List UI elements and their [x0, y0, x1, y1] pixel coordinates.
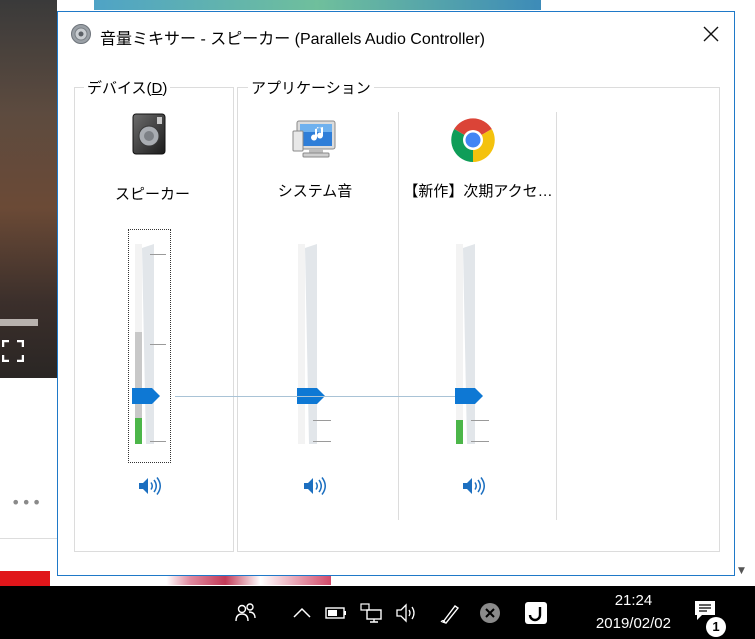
slider-tick: [313, 420, 331, 421]
system-sounds-icon[interactable]: [291, 117, 339, 165]
system-sounds-peak-meter: [298, 244, 305, 444]
system-sounds-volume-slider[interactable]: [295, 244, 355, 464]
scroll-down-icon[interactable]: ▼: [738, 566, 748, 576]
chrome-mute-button[interactable]: [462, 476, 486, 496]
chrome-peak-meter: [456, 244, 463, 444]
system-sounds-mute-button[interactable]: [303, 476, 327, 496]
speaker-title-icon: [70, 23, 92, 45]
people-icon[interactable]: [234, 602, 258, 624]
taskbar: 21:24 2019/02/02: [0, 586, 755, 639]
volume-mixer-window: 音量ミキサー - スピーカー (Parallels Audio Controll…: [57, 11, 735, 576]
network-icon[interactable]: [359, 602, 383, 624]
battery-icon[interactable]: [324, 602, 348, 624]
slider-tick: [313, 441, 331, 442]
close-button[interactable]: [698, 21, 724, 47]
chrome-volume-thumb[interactable]: [455, 388, 483, 404]
titlebar: 音量ミキサー - スピーカー (Parallels Audio Controll…: [58, 12, 734, 56]
applications-group-label: アプリケーション: [248, 77, 374, 98]
speaker-mute-button[interactable]: [138, 476, 162, 496]
pen-icon[interactable]: [438, 602, 462, 624]
volume-icon: [139, 477, 161, 495]
column-separator: [398, 112, 399, 520]
taskbar-clock[interactable]: 21:24 2019/02/02: [596, 592, 671, 632]
volume-tray-icon[interactable]: [395, 602, 419, 624]
volume-icon: [304, 477, 326, 495]
slider-tick: [150, 254, 166, 255]
window-title: 音量ミキサー - スピーカー (Parallels Audio Controll…: [100, 31, 485, 48]
speaker-level: [135, 418, 142, 444]
close-icon: [703, 26, 719, 42]
system-sounds-label: システム音: [277, 183, 353, 200]
background-image-strip: [94, 0, 541, 10]
volume-link-line: [175, 396, 455, 397]
chrome-icon[interactable]: [449, 116, 497, 164]
speaker-peak-meter: [135, 244, 142, 444]
background-divider: [0, 538, 57, 539]
background-thumbnail-strip: [96, 575, 331, 585]
slider-tick: [471, 420, 489, 421]
app-icon[interactable]: [524, 602, 548, 624]
system-sounds-volume-track: [305, 244, 317, 444]
chrome-channel-label: 【新作】次期アクセ…: [403, 183, 553, 200]
volume-icon: [463, 477, 485, 495]
background-red-button[interactable]: [0, 571, 50, 587]
notification-count-badge: 1: [706, 617, 726, 637]
speaker-volume-thumb[interactable]: [132, 388, 160, 404]
fullscreen-icon[interactable]: [1, 339, 25, 363]
clock-time: 21:24: [614, 592, 653, 609]
slider-tick: [150, 441, 166, 442]
speaker-volume-slider[interactable]: [132, 244, 192, 464]
device-group-label: デバイス(D): [84, 77, 171, 98]
background-video-progress: [0, 319, 38, 326]
slider-tick: [150, 344, 166, 345]
background-more-icon[interactable]: •••: [11, 493, 42, 512]
column-separator: [556, 112, 557, 520]
close-circle-icon[interactable]: [478, 602, 502, 624]
chevron-up-icon[interactable]: [290, 602, 314, 624]
chrome-volume-track: [463, 244, 475, 444]
slider-tick: [471, 441, 489, 442]
chrome-volume-slider[interactable]: [453, 244, 513, 464]
device-group-accelerator: D: [151, 80, 163, 97]
chrome-level: [456, 420, 463, 444]
clock-date: 2019/02/02: [595, 615, 671, 632]
device-channel-label: スピーカー: [115, 186, 191, 203]
speaker-device-icon[interactable]: [126, 110, 174, 158]
